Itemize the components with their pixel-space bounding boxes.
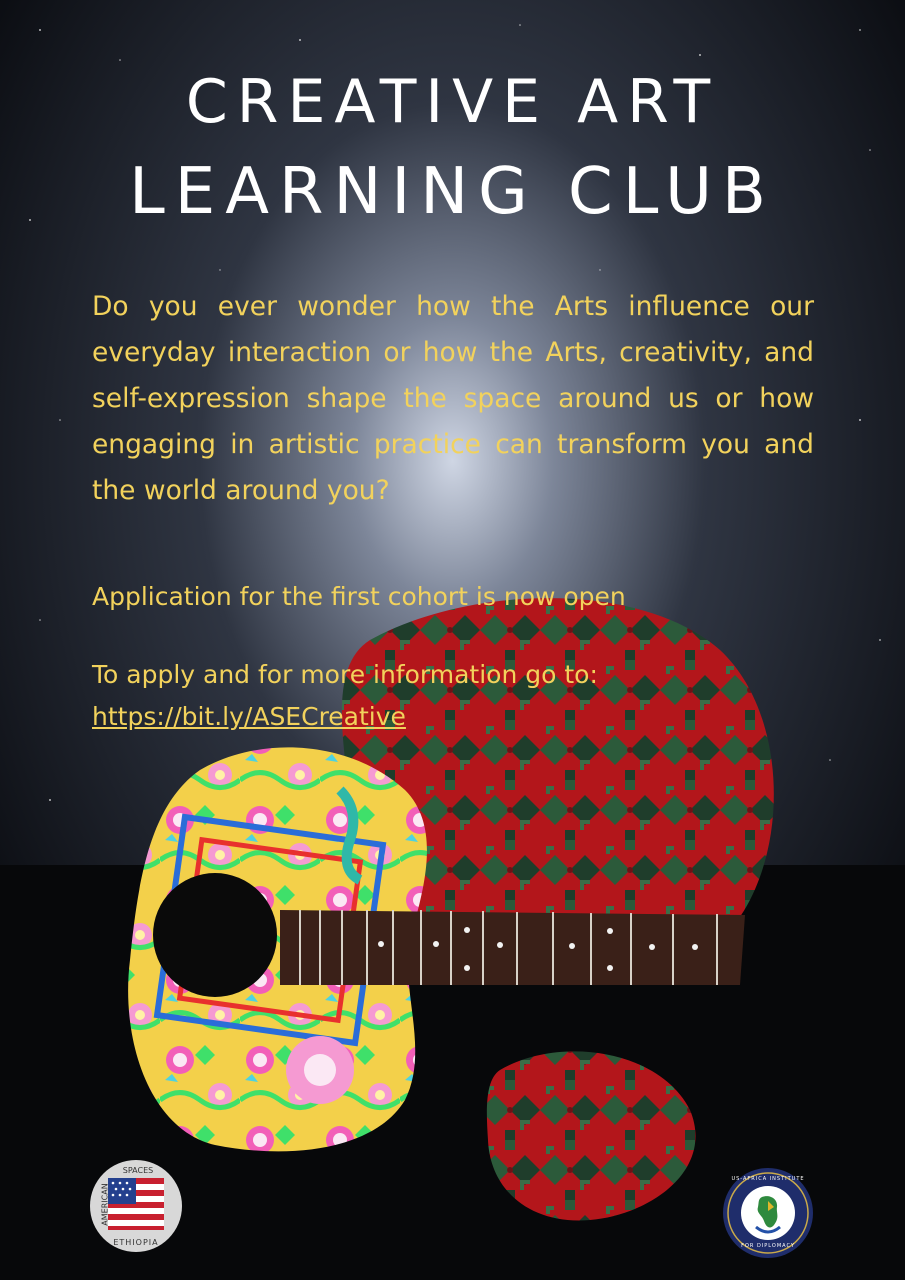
us-flag-icon [108,1178,164,1230]
title-line-1: CREATIVE ART [185,67,720,137]
soundhole [153,873,277,997]
announcement-text: Application for the first cohort is now … [92,582,626,611]
us-africa-institute-seal: US-AFRICA INSTITUTE FOR DIPLOMACY [722,1167,814,1259]
logo-top-text: SPACES [122,1166,154,1175]
guitar-neck [280,910,745,985]
poster: CREATIVE ART LEARNING CLUB Do you ever w… [0,0,905,1280]
apply-instructions: To apply and for more information go to: [92,660,598,689]
seal-top-text: US-AFRICA INSTITUTE [731,1176,805,1182]
american-spaces-ethiopia-logo: SPACES AMERICAN ETHIOPIA [90,1160,182,1252]
title-line-2: LEARNING CLUB [129,155,776,229]
logo-bottom-text: ETHIOPIA [113,1238,159,1247]
intro-paragraph: Do you ever wonder how the Arts influenc… [92,291,814,506]
seal-bottom-text: FOR DIPLOMACY [741,1243,795,1249]
apply-link[interactable]: https://bit.ly/ASECreative [92,700,406,734]
